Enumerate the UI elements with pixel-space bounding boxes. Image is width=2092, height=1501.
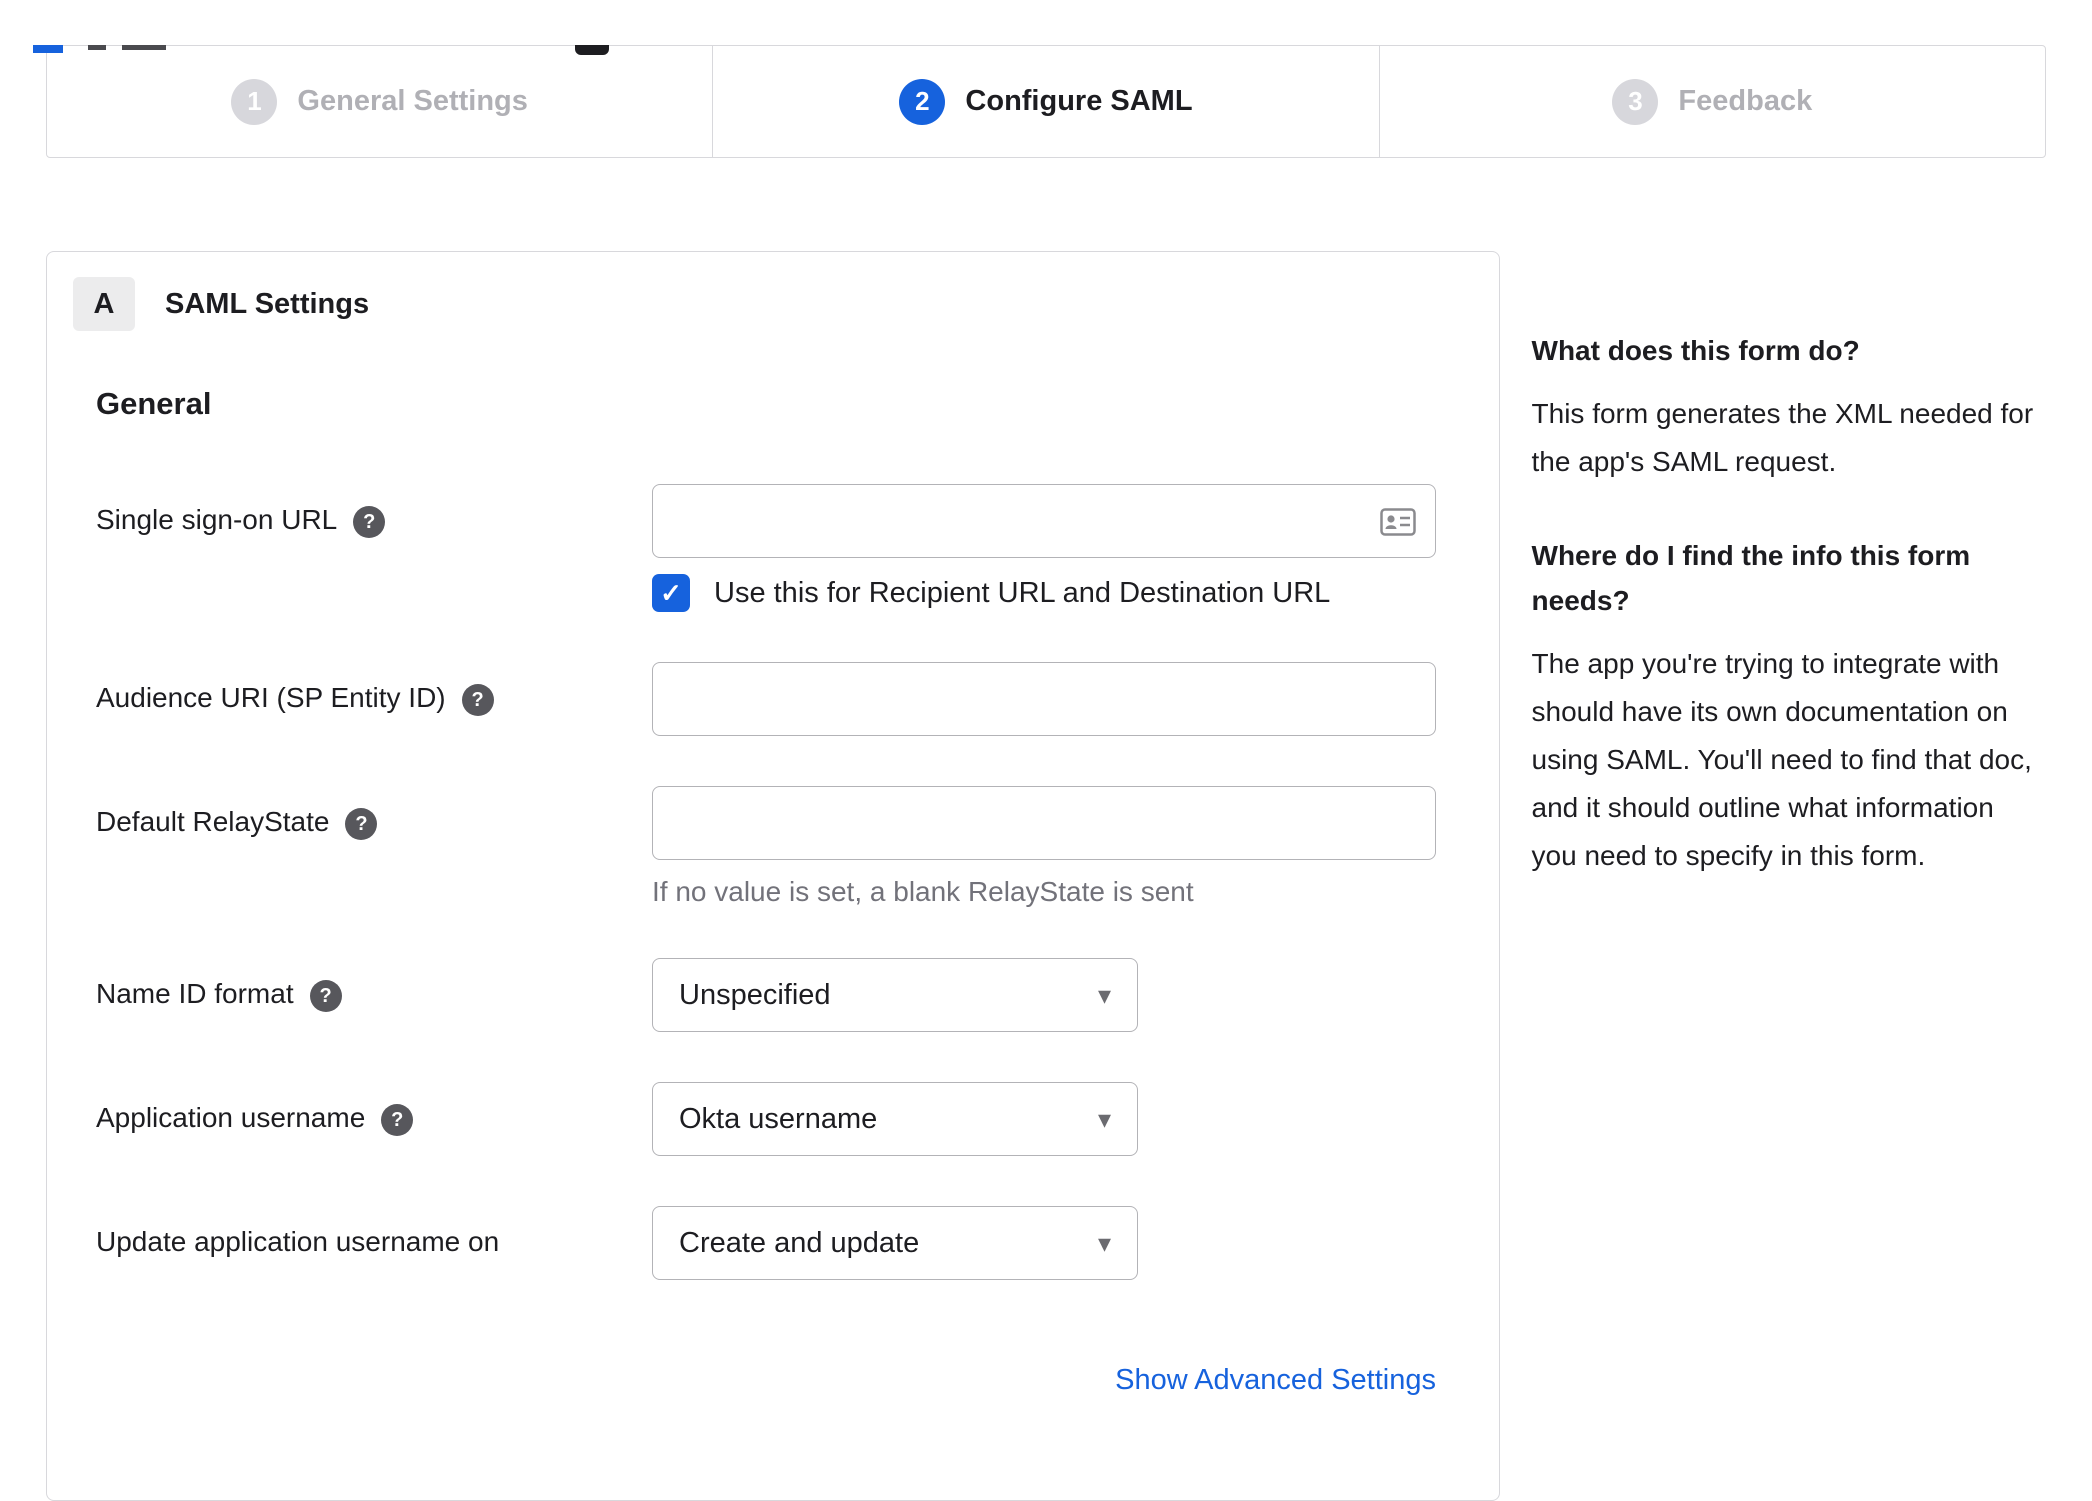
field-row-audience-uri: Audience URI (SP Entity ID) ? <box>47 662 1499 736</box>
audience-uri-label: Audience URI (SP Entity ID) <box>96 682 446 713</box>
section-header: A SAML Settings <box>73 277 1499 331</box>
sidebar-question-2: Where do I find the info this form needs… <box>1531 540 1971 616</box>
field-label-cell: Single sign-on URL ? <box>96 484 652 612</box>
application-username-label: Application username <box>96 1102 366 1133</box>
sidebar-answer-1: This form generates the XML needed for t… <box>1531 397 2034 477</box>
relay-state-label: Default RelayState <box>96 806 330 837</box>
update-username-select[interactable]: Create and update ▾ <box>652 1206 1138 1280</box>
field-row-name-id-format: Name ID format ? Unspecified ▾ <box>47 958 1499 1032</box>
step-feedback[interactable]: 3 Feedback <box>1378 46 2045 157</box>
help-icon[interactable]: ? <box>461 684 494 716</box>
chevron-down-icon: ▾ <box>1097 980 1111 1010</box>
help-icon[interactable]: ? <box>353 506 386 538</box>
section-badge: A <box>73 277 135 331</box>
step-number-badge: 3 <box>1612 78 1659 125</box>
sidebar-answer-2: The app you're trying to integrate with … <box>1531 647 2032 872</box>
cropped-header-fragment <box>88 45 106 50</box>
name-id-format-label: Name ID format <box>96 978 294 1009</box>
saml-settings-panel: A SAML Settings General Single sign-on U… <box>46 251 1500 1501</box>
cropped-header-fragment <box>33 45 63 53</box>
contact-card-icon[interactable] <box>1380 508 1416 536</box>
selected-value: Unspecified <box>679 978 831 1011</box>
field-row-update-username: Update application username on Create an… <box>47 1206 1499 1280</box>
field-row-relay-state: Default RelayState ? If no value is set,… <box>47 786 1499 908</box>
application-username-select[interactable]: Okta username ▾ <box>652 1082 1138 1156</box>
step-general-settings[interactable]: 1 General Settings <box>47 46 712 157</box>
step-label: Feedback <box>1678 85 1813 117</box>
sso-url-label: Single sign-on URL <box>96 504 338 535</box>
show-advanced-settings-link[interactable]: Show Advanced Settings <box>1115 1364 1436 1396</box>
section-title: SAML Settings <box>165 287 370 320</box>
step-configure-saml[interactable]: 2 Configure SAML <box>712 46 1378 157</box>
audience-uri-input[interactable] <box>652 662 1436 736</box>
update-username-label: Update application username on <box>96 1226 500 1257</box>
general-group-title: General <box>96 386 212 421</box>
wizard-stepper: 1 General Settings 2 Configure SAML 3 Fe… <box>46 45 2046 158</box>
field-label-cell: Audience URI (SP Entity ID) ? <box>96 662 652 736</box>
field-label-cell: Default RelayState ? <box>96 786 652 908</box>
relay-state-hint: If no value is set, a blank RelayState i… <box>652 876 1194 907</box>
recipient-url-checkbox[interactable]: ✓ <box>652 574 690 612</box>
help-icon[interactable]: ? <box>381 1104 414 1136</box>
step-number-badge: 1 <box>231 78 278 125</box>
step-number-badge: 2 <box>899 78 946 125</box>
help-sidebar: What does this form do? This form genera… <box>1532 251 2046 928</box>
help-icon[interactable]: ? <box>309 980 342 1012</box>
field-label-cell: Application username ? <box>96 1082 652 1156</box>
sidebar-question-1: What does this form do? <box>1531 335 1860 366</box>
cropped-header-icon-fragment <box>575 45 609 55</box>
single-sign-on-url-input[interactable] <box>652 484 1436 558</box>
field-label-cell: Update application username on <box>96 1206 652 1280</box>
step-label: General Settings <box>297 85 528 117</box>
recipient-url-checkbox-row: ✓ Use this for Recipient URL and Destina… <box>652 574 1499 612</box>
help-icon[interactable]: ? <box>345 808 378 840</box>
check-icon: ✓ <box>660 577 682 608</box>
field-row-application-username: Application username ? Okta username ▾ <box>47 1082 1499 1156</box>
name-id-format-select[interactable]: Unspecified ▾ <box>652 958 1138 1032</box>
chevron-down-icon: ▾ <box>1097 1228 1111 1258</box>
field-label-cell: Name ID format ? <box>96 958 652 1032</box>
cropped-header-fragment <box>122 45 166 50</box>
default-relay-state-input[interactable] <box>652 786 1436 860</box>
selected-value: Create and update <box>679 1226 920 1259</box>
selected-value: Okta username <box>679 1102 878 1135</box>
step-label: Configure SAML <box>965 85 1193 117</box>
recipient-url-checkbox-label[interactable]: Use this for Recipient URL and Destinati… <box>714 577 1330 610</box>
chevron-down-icon: ▾ <box>1097 1104 1111 1134</box>
field-row-sso-url: Single sign-on URL ? ✓ Use this for Reci… <box>47 484 1499 612</box>
